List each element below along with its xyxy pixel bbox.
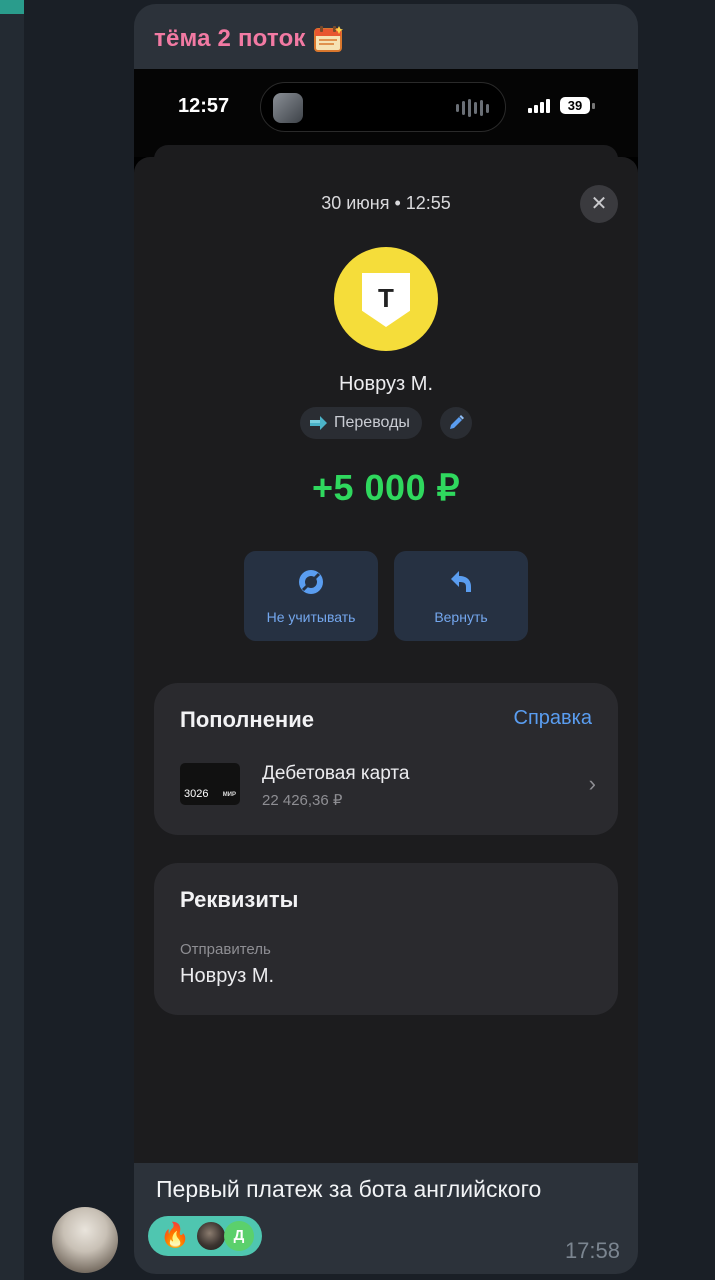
reaction-pill[interactable]: 🔥 Д [148,1216,262,1256]
account-name: Дебетовая карта [262,763,410,784]
now-playing-artwork [273,93,303,123]
author-avatar[interactable] [52,1207,118,1273]
merchant-name: Новруз М. [338,373,434,395]
help-link[interactable]: Справка [514,707,592,730]
chat-list-edge [0,0,24,1280]
exclude-button[interactable]: Не учитывать [244,551,378,641]
message-caption: Первый платеж за бота английского [156,1176,542,1202]
calendar-emoji-icon [312,24,344,54]
battery-icon: 39 [560,97,590,114]
message-bubble[interactable]: тёма 2 поток 12:57 39 30 июня • 12:55 ✕ … [134,4,638,1274]
close-icon: ✕ [590,193,608,215]
status-time: 12:57 [178,95,230,117]
requisites-card: Реквизиты Отправитель Новруз М. [154,863,618,1015]
sender-label: Отправитель [180,941,271,958]
transaction-date: 30 июня • 12:55 [321,193,451,213]
account-balance: 22 426,36 ₽ [262,792,343,809]
pencil-icon [450,415,464,429]
shield-icon: T [362,273,410,327]
chat-screen: тёма 2 поток 12:57 39 30 июня • 12:55 ✕ … [0,0,715,1280]
reactor-initial-avatar: Д [224,1221,254,1251]
exclude-icon [299,570,323,594]
transfer-arrow-icon [308,414,328,432]
unread-accent [0,0,24,14]
chevron-right-icon: › [588,771,596,796]
message-time: 17:58 [564,1238,620,1263]
signal-icon [528,99,550,113]
transaction-amount: +5 000 ₽ [311,467,461,508]
close-button[interactable]: ✕ [580,185,618,223]
reactor-avatar [196,1221,226,1251]
bank-logo: T [334,247,438,351]
audio-wave-icon [456,99,489,117]
edit-category-button[interactable] [440,407,472,439]
dynamic-island [260,82,506,132]
screenshot-photo[interactable]: 12:57 39 30 июня • 12:55 ✕ T Новруз М. П… [134,69,638,1163]
topup-card: Пополнение Справка 3026 МИР Дебетовая ка… [154,683,618,835]
card-thumbnail: 3026 МИР [180,763,240,805]
category-chip[interactable]: Переводы [300,407,422,439]
exclude-label: Не учитывать [266,609,356,625]
card-number: 3026 [184,788,209,800]
transaction-sheet: 30 июня • 12:55 ✕ T Новруз М. Переводы +… [134,157,638,1163]
topup-title: Пополнение [180,707,314,732]
return-button[interactable]: Вернуть [394,551,528,641]
fire-reaction-icon: 🔥 [160,1222,190,1249]
topic-header[interactable]: тёма 2 поток [154,22,344,56]
category-label: Переводы [334,414,410,431]
card-brand: МИР [222,792,236,798]
return-label: Вернуть [434,609,488,625]
battery-tip [592,103,595,109]
topic-title[interactable]: тёма 2 поток [154,25,306,53]
status-bar: 12:57 39 [134,69,638,157]
sender-value: Новруз М. [180,965,275,987]
requisites-title: Реквизиты [180,887,299,912]
return-arrow-icon [451,571,471,592]
